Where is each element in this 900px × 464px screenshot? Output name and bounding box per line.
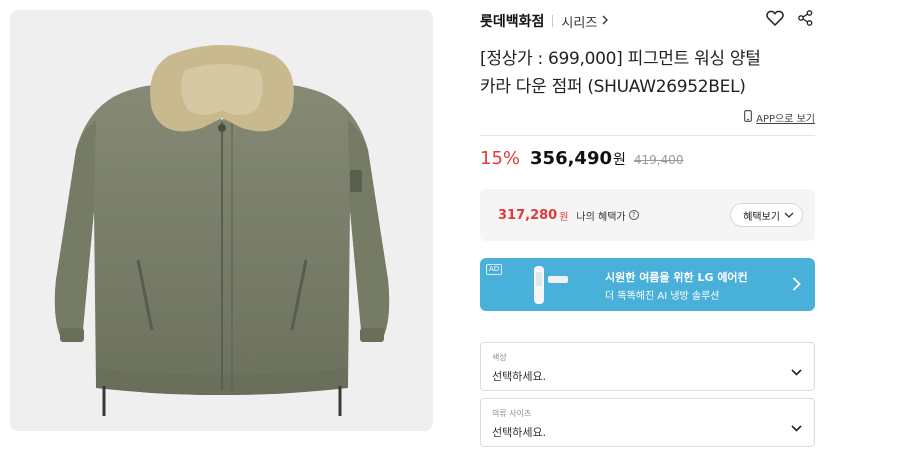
color-select[interactable]: 색상 선택하세요. [480, 342, 815, 391]
size-select-value: 선택하세요. [492, 426, 547, 439]
series-link[interactable]: 시리즈 [561, 12, 609, 31]
air-conditioner-image [530, 264, 570, 310]
color-select-label: 색상 [492, 353, 507, 362]
chevron-down-icon [791, 417, 802, 436]
share-icon[interactable] [798, 10, 813, 26]
benefit-price-box: 317,280 원 나의 혜택가 ? 혜택보기 [480, 189, 815, 241]
product-info: 롯데백화점 시리즈 [정상가 : 699,000] 피그먼트 워싱 양털 카라 … [480, 0, 815, 464]
benefit-view-button[interactable]: 혜택보기 [730, 203, 803, 227]
benefit-label-text: 나의 혜택가 [576, 211, 626, 223]
size-select-label: 의류 사이즈 [492, 409, 532, 418]
chevron-down-icon [791, 361, 802, 380]
discount-rate: 15% [480, 148, 521, 169]
series-label: 시리즈 [561, 15, 598, 31]
product-title-line2: 카라 다운 점퍼 (SHUAW26952BEL) [480, 77, 746, 97]
ad-headline: 시원한 여름을 위한 LG 에어컨 [605, 271, 748, 284]
product-actions [766, 10, 813, 26]
ad-badge: AD [486, 264, 503, 275]
original-price: 419,400 [633, 153, 684, 167]
product-title: [정상가 : 699,000] 피그먼트 워싱 양털 카라 다운 점퍼 (SHU… [480, 45, 815, 101]
product-title-line1: [정상가 : 699,000] 피그먼트 워싱 양털 [480, 49, 761, 69]
chevron-right-icon [602, 14, 609, 28]
brand-divider [552, 15, 554, 27]
app-view-label: APP으로 보기 [756, 114, 815, 125]
price-divider [480, 135, 815, 136]
ad-banner[interactable]: AD 시원한 여름을 위한 LG 에어컨 더 똑똑해진 AI 냉방 솔루션 [480, 258, 815, 311]
size-select[interactable]: 의류 사이즈 선택하세요. [480, 398, 815, 447]
benefit-price-currency: 원 [559, 211, 569, 223]
sale-price-currency: 원 [613, 152, 626, 168]
heart-icon[interactable] [766, 10, 784, 26]
price-row: 15% 356,490 원 419,400 [480, 148, 684, 176]
sale-price: 356,490 [530, 148, 612, 169]
chevron-down-icon [784, 210, 794, 221]
benefit-view-label: 혜택보기 [743, 211, 780, 223]
color-select-value: 선택하세요. [492, 370, 547, 383]
product-image[interactable] [10, 10, 433, 431]
ad-subline: 더 똑똑해진 AI 냉방 솔루션 [605, 291, 720, 302]
chevron-right-icon [792, 276, 801, 295]
app-view-link[interactable]: APP으로 보기 [744, 110, 815, 125]
question-circle-icon[interactable]: ? [628, 210, 639, 220]
brand-row: 롯데백화점 시리즈 [480, 10, 815, 32]
phone-icon [744, 110, 752, 125]
benefit-label: 나의 혜택가 ? [576, 208, 639, 223]
benefit-price: 317,280 [498, 207, 558, 223]
jacket-illustration [54, 45, 390, 416]
brand-link[interactable]: 롯데백화점 [480, 11, 544, 31]
